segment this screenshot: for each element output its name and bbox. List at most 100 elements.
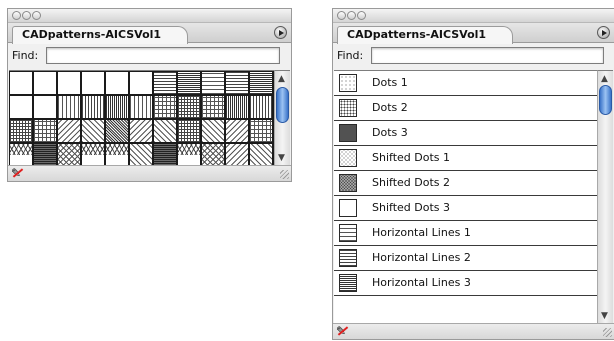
- pattern-swatch[interactable]: [202, 72, 224, 94]
- scroll-up-icon[interactable]: ▲: [601, 75, 608, 84]
- swatches-panel-list-view: CADpatterns-AICSVol1 Find: Dots 1 Dots 2D…: [332, 8, 614, 340]
- pattern-swatch[interactable]: [250, 96, 272, 118]
- window-titlebar[interactable]: [333, 9, 614, 23]
- pattern-swatch[interactable]: [34, 144, 56, 166]
- pattern-swatch[interactable]: [178, 96, 200, 118]
- pattern-swatch[interactable]: [202, 144, 224, 166]
- pattern-swatch[interactable]: [106, 144, 128, 166]
- pattern-swatch[interactable]: [250, 72, 272, 94]
- pattern-swatch[interactable]: [10, 120, 32, 142]
- resize-grip-icon[interactable]: [280, 170, 289, 179]
- pattern-swatch-thumb: [339, 199, 357, 217]
- pattern-swatch[interactable]: [58, 120, 80, 142]
- panel-status-bar: ✎: [333, 323, 614, 339]
- pattern-swatch[interactable]: [106, 72, 128, 94]
- pattern-swatch[interactable]: [178, 120, 200, 142]
- window-titlebar[interactable]: [8, 9, 291, 23]
- swatch-grid: [9, 71, 274, 167]
- pattern-swatch[interactable]: [250, 144, 272, 166]
- swatch-grid-area: [9, 70, 274, 167]
- pattern-swatch[interactable]: [226, 96, 248, 118]
- find-row: Find:: [8, 43, 291, 69]
- pattern-swatch[interactable]: [250, 120, 272, 142]
- pattern-swatch[interactable]: [106, 120, 128, 142]
- list-item[interactable]: Horizontal Lines 1: [334, 221, 597, 246]
- pattern-swatch-thumb: [339, 99, 357, 117]
- list-item[interactable]: Shifted Dots 2: [334, 171, 597, 196]
- pattern-swatch[interactable]: [82, 96, 104, 118]
- pattern-swatch[interactable]: [130, 96, 152, 118]
- pattern-swatch[interactable]: [154, 120, 176, 142]
- pattern-swatch[interactable]: [154, 144, 176, 166]
- pattern-swatch[interactable]: [226, 144, 248, 166]
- pattern-swatch[interactable]: [82, 72, 104, 94]
- scroll-down-icon[interactable]: ▼: [278, 154, 285, 163]
- find-input[interactable]: [46, 47, 280, 64]
- pattern-swatch[interactable]: [82, 144, 104, 166]
- minimize-button[interactable]: [22, 11, 31, 20]
- list-item-label: Horizontal Lines 1: [372, 226, 471, 239]
- pattern-swatch[interactable]: [154, 96, 176, 118]
- minimize-button[interactable]: [347, 11, 356, 20]
- tab-bar: CADpatterns-AICSVol1: [8, 23, 291, 44]
- scroll-thumb[interactable]: [599, 85, 612, 115]
- pattern-swatch[interactable]: [202, 120, 224, 142]
- pattern-swatch[interactable]: [130, 120, 152, 142]
- zoom-button[interactable]: [357, 11, 366, 20]
- resize-grip-icon[interactable]: [603, 328, 612, 337]
- pattern-swatch-thumb: [339, 74, 357, 92]
- panel-status-bar: ✎: [8, 165, 291, 181]
- pattern-swatch[interactable]: [226, 120, 248, 142]
- close-button[interactable]: [337, 11, 346, 20]
- tab-cadpatterns[interactable]: CADpatterns-AICSVol1: [12, 26, 189, 44]
- pattern-swatch-thumb: [339, 124, 357, 142]
- list-item[interactable]: Horizontal Lines 3: [334, 271, 597, 296]
- pattern-swatch[interactable]: [34, 72, 56, 94]
- delete-swatch-icon[interactable]: ✎: [336, 324, 350, 338]
- list-item-label: Shifted Dots 2: [372, 176, 450, 189]
- pattern-swatch[interactable]: [10, 96, 32, 118]
- pattern-swatch[interactable]: [10, 72, 32, 94]
- pattern-swatch[interactable]: [106, 96, 128, 118]
- scroll-down-icon[interactable]: ▼: [601, 312, 608, 321]
- delete-swatch-icon[interactable]: ✎: [11, 166, 25, 180]
- pattern-swatch[interactable]: [34, 120, 56, 142]
- panel-menu-icon[interactable]: [597, 26, 610, 39]
- pattern-swatch-thumb: [339, 249, 357, 267]
- pattern-swatch[interactable]: [58, 96, 80, 118]
- swatch-list: Dots 1 Dots 2 Dots 3 Shifted Dots 1 Shifted …: [334, 70, 597, 325]
- list-item[interactable]: Shifted Dots 3: [334, 196, 597, 221]
- pattern-swatch[interactable]: [130, 144, 152, 166]
- pattern-swatch[interactable]: [58, 144, 80, 166]
- zoom-button[interactable]: [32, 11, 41, 20]
- pattern-swatch[interactable]: [178, 144, 200, 166]
- list-item[interactable]: Dots 3: [334, 121, 597, 146]
- pattern-swatch[interactable]: [58, 72, 80, 94]
- list-item[interactable]: Shifted Dots 1: [334, 146, 597, 171]
- pattern-swatch[interactable]: [226, 72, 248, 94]
- scroll-thumb[interactable]: [276, 87, 289, 123]
- find-row: Find:: [333, 43, 614, 69]
- find-input[interactable]: [371, 47, 604, 64]
- panel-menu-icon[interactable]: [274, 26, 287, 39]
- pattern-swatch[interactable]: [130, 72, 152, 94]
- tab-cadpatterns[interactable]: CADpatterns-AICSVol1: [337, 26, 514, 44]
- list-item[interactable]: Horizontal Lines 2: [334, 246, 597, 271]
- vertical-scrollbar[interactable]: ▲ ▼: [274, 70, 290, 167]
- scroll-up-icon[interactable]: ▲: [278, 75, 285, 84]
- pattern-swatch-thumb: [339, 149, 357, 167]
- close-button[interactable]: [12, 11, 21, 20]
- pattern-swatch-thumb: [339, 274, 357, 292]
- pattern-swatch-thumb: [339, 224, 357, 242]
- tab-bar: CADpatterns-AICSVol1: [333, 23, 614, 44]
- pattern-swatch[interactable]: [10, 144, 32, 166]
- list-item[interactable]: Dots 1: [334, 71, 597, 96]
- pattern-swatch[interactable]: [34, 96, 56, 118]
- pattern-swatch[interactable]: [178, 72, 200, 94]
- list-item-label: Dots 3: [372, 126, 408, 139]
- vertical-scrollbar[interactable]: ▲ ▼: [597, 70, 613, 325]
- pattern-swatch[interactable]: [82, 120, 104, 142]
- list-item[interactable]: Dots 2: [334, 96, 597, 121]
- pattern-swatch[interactable]: [154, 72, 176, 94]
- pattern-swatch[interactable]: [202, 96, 224, 118]
